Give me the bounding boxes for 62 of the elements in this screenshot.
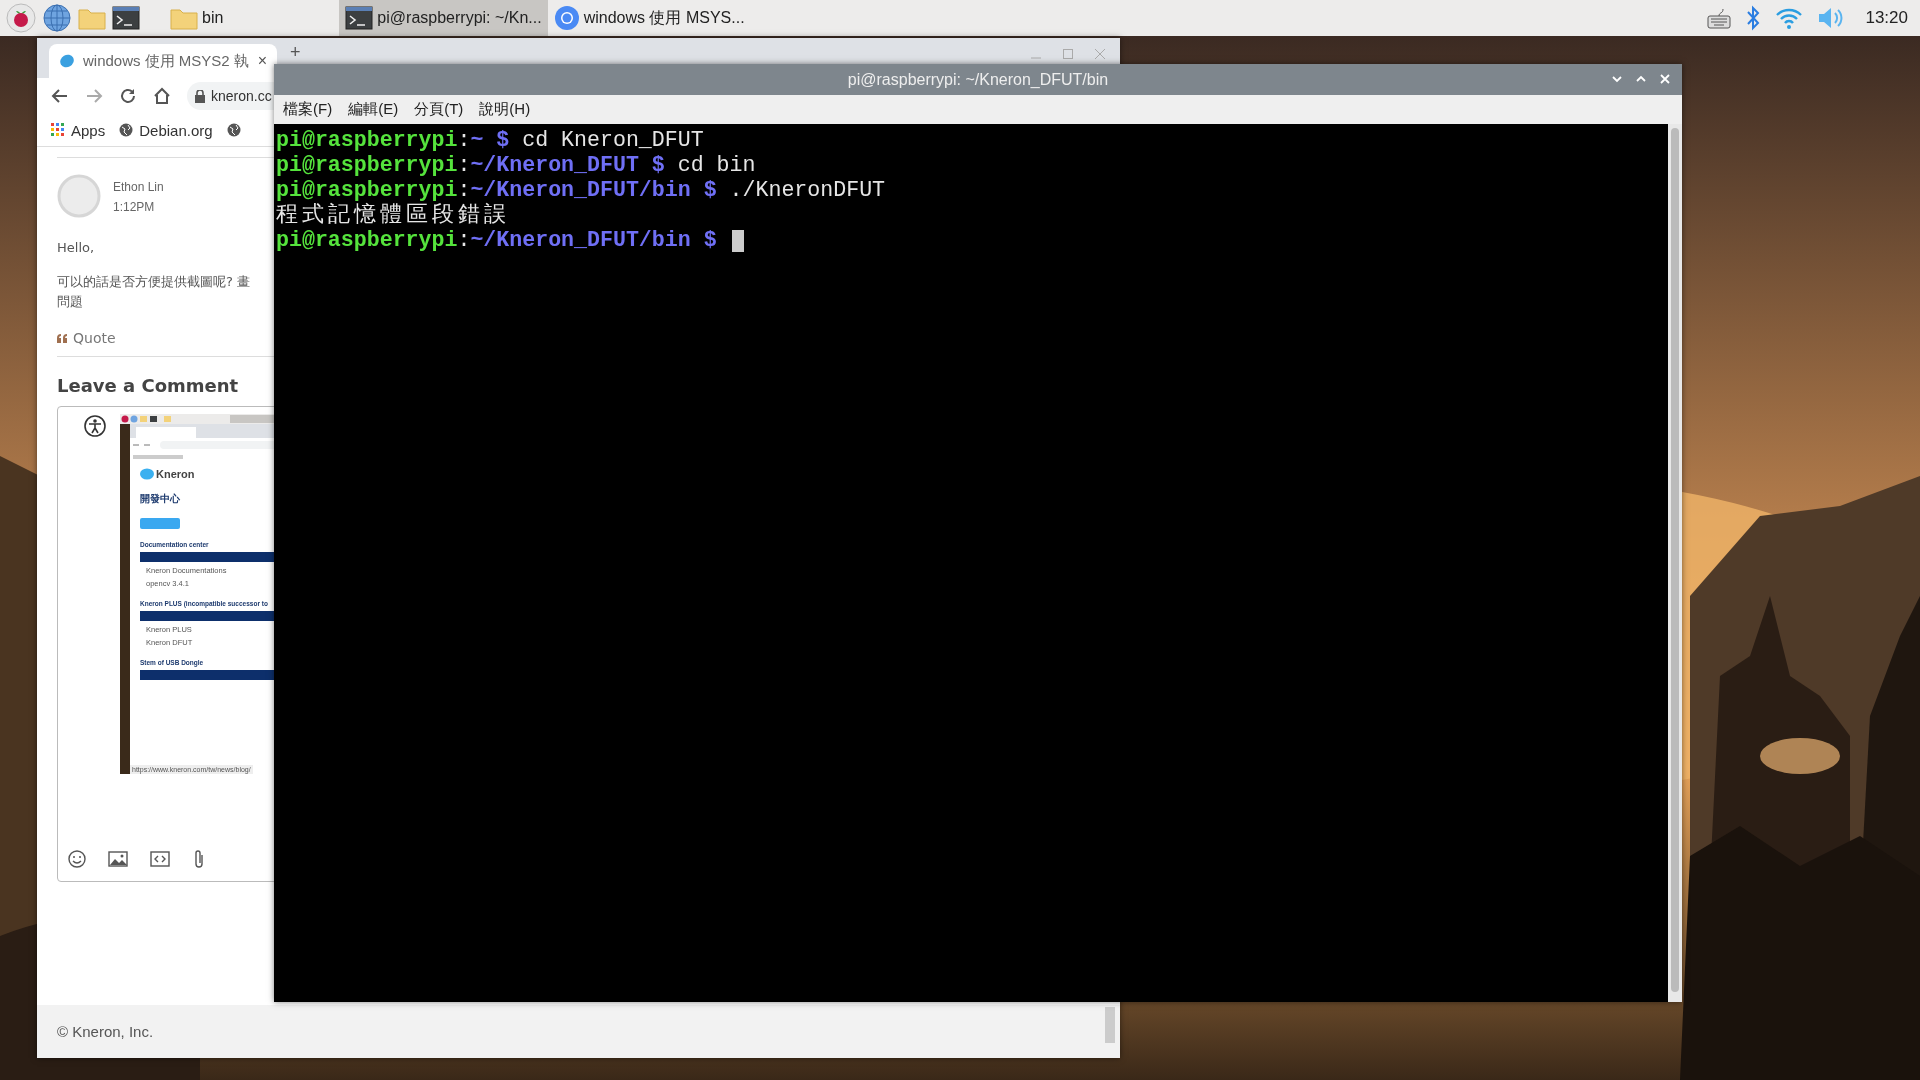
home-icon[interactable]	[153, 87, 171, 105]
clock: 13:20	[1865, 8, 1908, 28]
quote-link[interactable]: Quote	[57, 330, 274, 346]
window-title: pi@raspberrypi: ~/Kneron_DFUT/bin	[847, 70, 1109, 89]
url-text: kneron.cc	[211, 88, 272, 104]
taskbar-button[interactable]: pi@raspberrypi: ~/Kn...	[339, 0, 548, 36]
new-tab-button[interactable]: +	[287, 44, 304, 60]
output-line: 程式記憶體區段錯誤	[276, 203, 511, 228]
comment-text: 可以的話是否方便提供截圖呢? 畫	[57, 273, 252, 291]
raspberry-icon[interactable]	[6, 3, 36, 33]
code-icon[interactable]	[150, 851, 170, 867]
favicon-icon	[59, 53, 75, 69]
keyboard-icon[interactable]	[1707, 7, 1732, 29]
author-name: Ethon Lin	[113, 180, 164, 194]
smiley-icon[interactable]	[68, 850, 86, 868]
paperclip-icon[interactable]	[192, 849, 206, 869]
logo-mark-icon	[140, 468, 154, 480]
browser-icon	[553, 5, 580, 31]
bookmark-link[interactable]: Apps	[51, 121, 106, 139]
avatar-icon	[57, 174, 101, 218]
menu-item[interactable]: 編輯(E)	[348, 100, 399, 119]
globe-icon[interactable]	[226, 123, 241, 137]
bookmark-link[interactable]: Debian.org	[119, 121, 213, 139]
close-icon[interactable]: ×	[257, 52, 267, 70]
globe-icon	[119, 123, 134, 137]
copyright-text: © Kneron, Inc.	[57, 1023, 154, 1040]
apps-icon	[51, 123, 65, 137]
menu-item[interactable]: 檔案(F)	[283, 100, 333, 119]
bluetooth-icon[interactable]	[1745, 5, 1762, 31]
prompt-line: pi@raspberrypi:~/Kneron_DFUT/bin $ ./KneronDFUT	[276, 178, 887, 203]
quote-icon	[57, 333, 67, 343]
forward-icon[interactable]	[85, 87, 103, 105]
tab-title: windows 使用 MSYS2 執	[83, 51, 250, 71]
prompt-line: pi@raspberrypi:~/Kneron_DFUT/bin $	[276, 228, 1668, 253]
terminal-icon	[345, 6, 374, 30]
address-field[interactable]: kneron.cc	[187, 82, 274, 110]
wifi-icon[interactable]	[1775, 6, 1804, 30]
comment-time: 1:12PM	[113, 200, 156, 214]
terminal-icon[interactable]	[112, 6, 140, 30]
image-icon[interactable]	[108, 851, 128, 867]
folder-icon	[170, 6, 198, 30]
close-icon[interactable]	[1658, 72, 1672, 86]
maximize-icon[interactable]	[1062, 48, 1074, 60]
prompt-line: pi@raspberrypi:~/Kneron_DFUT $ cd bin	[276, 153, 757, 178]
kneron-logo[interactable]: Kneron	[140, 468, 274, 480]
reload-icon[interactable]	[119, 87, 137, 105]
comment-text: 問題	[57, 293, 84, 311]
taskbar-button[interactable]: bin	[164, 0, 230, 36]
menu-item[interactable]: 分頁(T)	[414, 100, 464, 119]
browser-tab[interactable]: windows 使用 MSYS2 執 ×	[49, 44, 277, 78]
section-heading: Leave a Comment	[57, 375, 240, 396]
taskbar-button[interactable]: windows 使用 MSYS...	[547, 0, 751, 36]
scrollbar[interactable]	[1105, 1007, 1115, 1043]
accessibility-icon[interactable]	[84, 415, 106, 437]
scrollbar[interactable]	[1668, 124, 1682, 1002]
page-heading: 開發中心	[140, 492, 181, 506]
back-icon[interactable]	[51, 87, 69, 105]
globe-icon[interactable]	[42, 3, 72, 33]
prompt-line: pi@raspberrypi:~ $ cd Kneron_DFUT	[276, 128, 705, 153]
comment-text: Hello,	[57, 239, 96, 257]
lock-icon	[195, 89, 205, 103]
menu-item[interactable]: 說明(H)	[479, 100, 531, 119]
